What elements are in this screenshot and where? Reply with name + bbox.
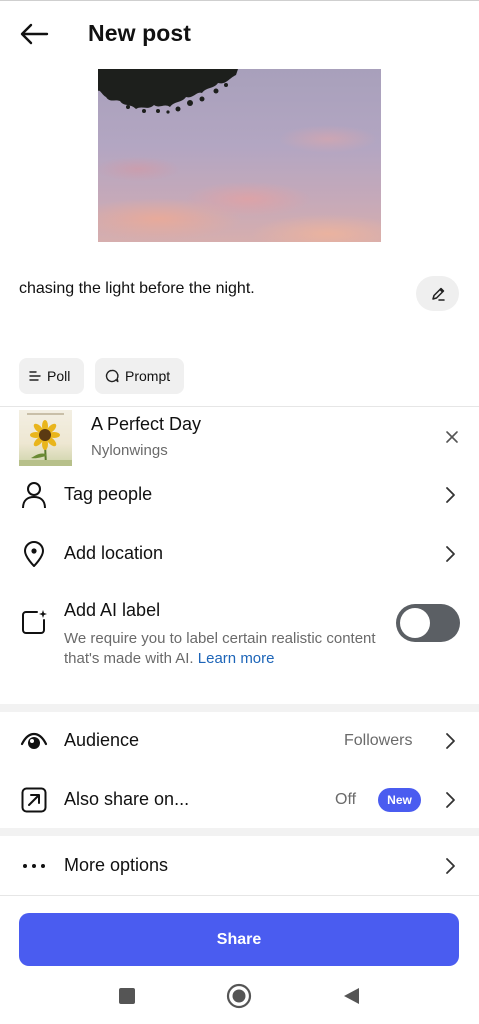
divider <box>0 895 479 896</box>
audience-label: Audience <box>64 730 140 750</box>
more-options-row[interactable]: More options <box>0 838 479 894</box>
poll-chip[interactable]: Poll <box>19 358 84 394</box>
share-button[interactable]: Share <box>19 913 459 966</box>
track-artist: Nylonwings <box>91 442 168 459</box>
eye-icon <box>20 727 48 755</box>
album-art <box>19 410 72 466</box>
toggle-knob <box>400 608 430 638</box>
learn-more-link[interactable]: Learn more <box>198 650 275 667</box>
arrow-left-icon <box>20 23 49 45</box>
location-pin-icon <box>20 540 48 568</box>
chevron-right-icon <box>440 790 460 810</box>
ai-label-toggle[interactable] <box>396 604 460 642</box>
more-dots-icon <box>20 852 48 880</box>
prompt-chip-label: Prompt <box>125 368 171 384</box>
back-triangle-icon <box>344 988 359 1004</box>
system-back-button[interactable] <box>338 983 364 1009</box>
tree-silhouette <box>98 69 238 114</box>
tag-people-label: Tag people <box>64 484 153 504</box>
chevron-right-icon <box>440 856 460 876</box>
audience-value: Followers <box>344 732 413 749</box>
section-divider <box>0 828 479 836</box>
header: New post <box>0 0 479 70</box>
chevron-right-icon <box>440 731 460 751</box>
speech-bubble-icon <box>105 369 119 383</box>
section-divider <box>0 704 479 712</box>
prompt-chip[interactable]: Prompt <box>95 358 184 394</box>
also-share-value: Off <box>335 791 357 808</box>
poll-lines-icon <box>29 371 41 381</box>
home-button[interactable] <box>226 983 252 1009</box>
music-track-row[interactable]: A Perfect Day Nylonwings <box>0 408 479 470</box>
ai-label-icon <box>20 608 48 636</box>
poll-chip-label: Poll <box>47 368 71 384</box>
system-nav-bar <box>0 975 479 1020</box>
share-out-icon <box>20 786 48 814</box>
caption-text[interactable]: chasing the light before the night. <box>19 280 255 298</box>
remove-music-button[interactable] <box>441 426 463 448</box>
add-location-row[interactable]: Add location <box>0 526 479 582</box>
home-circle-icon <box>226 983 252 1009</box>
audience-row[interactable]: Audience Followers <box>0 713 479 769</box>
close-icon <box>446 431 458 443</box>
tag-people-row[interactable]: Tag people <box>0 467 479 523</box>
new-badge: New <box>378 788 421 812</box>
square-icon <box>119 988 135 1004</box>
page-title: New post <box>88 20 192 46</box>
ai-label-description: We require you to label certain realisti… <box>64 629 384 669</box>
post-photo-thumbnail[interactable] <box>98 69 381 242</box>
person-icon <box>20 481 48 509</box>
recents-button[interactable] <box>114 983 140 1009</box>
also-share-label: Also share on... <box>64 789 190 809</box>
track-title: A Perfect Day <box>91 414 202 434</box>
add-location-label: Add location <box>64 543 164 563</box>
edit-caption-button[interactable] <box>416 276 459 311</box>
more-options-label: More options <box>64 855 169 875</box>
chevron-right-icon <box>440 544 460 564</box>
divider <box>0 406 479 407</box>
back-button[interactable] <box>18 20 50 48</box>
pencil-icon <box>431 287 445 301</box>
sunflower-art <box>19 413 72 466</box>
ai-label-title: Add AI label <box>64 600 161 620</box>
chevron-right-icon <box>440 485 460 505</box>
